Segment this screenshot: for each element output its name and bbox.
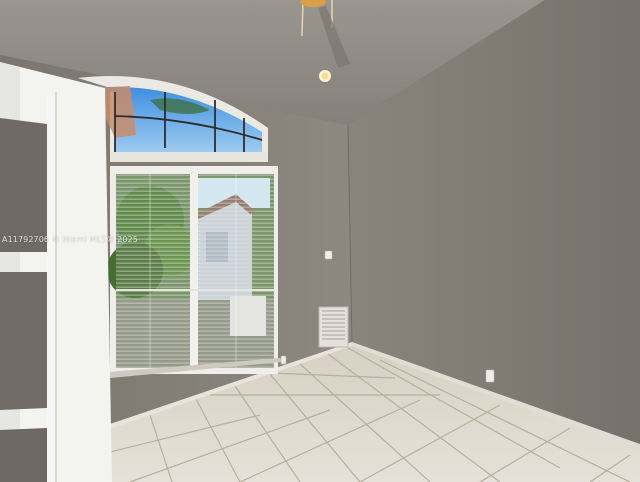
outlet-icon (280, 355, 287, 365)
room-photo: A11792706 © Miami MLS® 2025 (0, 0, 640, 482)
outlet-icon (485, 369, 495, 383)
thermostat-icon (324, 250, 333, 260)
main-window (107, 166, 282, 378)
mls-watermark: A11792706 © Miami MLS® 2025 (2, 235, 138, 244)
air-vent-icon (318, 306, 349, 348)
ceiling-light-icon (319, 70, 331, 82)
french-door (0, 62, 112, 482)
